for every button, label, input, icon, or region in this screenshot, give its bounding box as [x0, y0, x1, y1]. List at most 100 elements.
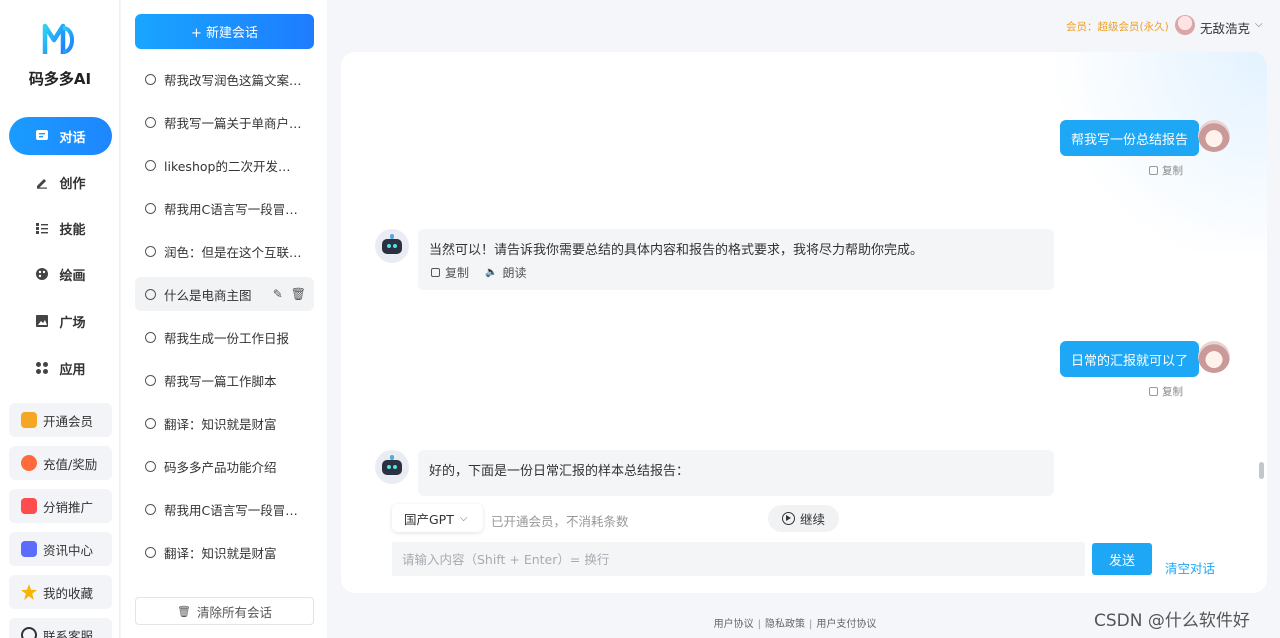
session-list-panel: + 新建会话 帮我改写润色这篇文案"双十一是每个商家都期待的节日" 帮我写一篇关…: [121, 0, 327, 638]
feature-recharge[interactable]: 充值/奖励: [9, 446, 112, 480]
footer: 用户协议 | 隐私政策 | 用户支付协议: [713, 619, 877, 630]
list-icon: [35, 221, 49, 235]
footer-link[interactable]: 用户支付协议: [816, 619, 876, 630]
session-item[interactable]: 帮我写一篇关于单商户商城的介绍: [135, 105, 314, 139]
feature-label: 分销推广: [43, 499, 94, 515]
nav-item-apps[interactable]: 应用: [9, 349, 112, 387]
session-item[interactable]: 帮我生成一份工作日报: [135, 320, 314, 354]
membership-status: 会员：超级会员(永久): [1066, 21, 1169, 33]
model-select[interactable]: 国产GPT ⌵: [392, 504, 483, 532]
assistant-message: 好的，下面是一份日常汇报的样本总结报告：: [418, 450, 1054, 496]
feature-label: 充值/奖励: [43, 456, 98, 472]
watermark: CSDN @什么软件好: [1094, 611, 1250, 631]
nav-item-square[interactable]: 广场: [9, 302, 112, 340]
clear-chat-link[interactable]: 清空对话: [1165, 558, 1215, 577]
assistant-message: 当然可以！请告诉我你需要总结的具体内容和报告的格式要求，我将尽力帮助你完成。 复…: [418, 229, 1054, 290]
chat-icon: [35, 129, 49, 143]
message-input[interactable]: [392, 542, 1085, 576]
session-title: 帮我写一篇工作脚本: [164, 373, 277, 389]
avatar[interactable]: [1175, 15, 1195, 35]
apps-icon: [35, 361, 49, 375]
assistant-message-text: 好的，下面是一份日常汇报的样本总结报告：: [429, 464, 690, 479]
feature-favorites[interactable]: 我的收藏: [9, 575, 112, 609]
copy-button[interactable]: 复制: [431, 264, 469, 281]
session-title: 润色：但是在这个互联网时代: [164, 244, 302, 260]
copy-label: 复制: [445, 266, 470, 280]
session-title: 帮我用C语言写一段冒泡排序: [164, 502, 302, 518]
avatar: [1198, 341, 1230, 373]
chat-bubble-icon: [145, 73, 156, 85]
avatar: [1198, 120, 1230, 152]
session-item[interactable]: likeshop的二次开发是什么: [135, 148, 314, 182]
session-item[interactable]: 翻译：知识就是财富: [135, 535, 314, 569]
session-title: 什么是电商主图: [164, 287, 252, 303]
session-item[interactable]: 码多多产品功能介绍: [135, 449, 314, 483]
session-item-active[interactable]: 什么是电商主图 ✎ 🗑: [135, 277, 314, 311]
session-item[interactable]: 帮我写一篇工作脚本: [135, 363, 314, 397]
copy-label: 复制: [1162, 386, 1183, 398]
copy-button[interactable]: 复制: [1149, 163, 1183, 178]
image-icon: [35, 314, 49, 328]
new-session-button[interactable]: + 新建会话: [135, 14, 314, 49]
chat-panel: 帮我写一份总结报告 复制 当然可以！请告诉我你需要总结的具体内容和报告的格式要求…: [341, 52, 1267, 593]
speaker-icon: 🔈: [485, 267, 498, 278]
pen-icon: [35, 175, 49, 189]
chat-bubble-icon: [145, 245, 156, 257]
session-item[interactable]: 帮我用C语言写一段冒泡排序: [135, 191, 314, 225]
feature-news[interactable]: 资讯中心: [9, 532, 112, 566]
read-aloud-button[interactable]: 🔈 朗读: [485, 264, 526, 281]
user-message: 日常的汇报就可以了: [1060, 341, 1200, 377]
brand-name: 码多多AI: [28, 70, 92, 88]
continue-button[interactable]: 继续: [768, 505, 839, 532]
footer-link[interactable]: 隐私政策: [765, 619, 805, 630]
distribution-icon: [21, 498, 37, 514]
nav-item-label: 对话: [59, 130, 86, 146]
session-title: 帮我用C语言写一段冒泡排序: [164, 201, 302, 217]
nav-item-create[interactable]: 创作: [9, 163, 112, 201]
chat-bubble-icon: [145, 202, 156, 214]
nav-item-label: 技能: [59, 222, 86, 238]
continue-label: 继续: [799, 512, 825, 527]
session-item[interactable]: 润色：但是在这个互联网时代: [135, 234, 314, 268]
nav-item-label: 创作: [59, 176, 86, 192]
feature-label: 资讯中心: [43, 542, 94, 558]
nav-item-skills[interactable]: 技能: [9, 209, 112, 247]
chat-bubble-icon: [145, 159, 156, 171]
copy-icon: [1149, 166, 1158, 175]
session-title: 帮我生成一份工作日报: [164, 330, 290, 346]
star-icon: [21, 584, 37, 600]
chat-bubble-icon: [145, 116, 156, 128]
read-label: 朗读: [502, 266, 527, 280]
session-item[interactable]: 帮我用C语言写一段冒泡排序: [135, 492, 314, 526]
session-title: 帮我改写润色这篇文案"双十一是每个商家都期待的节日": [164, 72, 302, 88]
session-title: 翻译：知识就是财富: [164, 416, 277, 432]
copy-label: 复制: [1162, 165, 1183, 177]
chevron-down-icon[interactable]: ⌵: [1255, 19, 1263, 30]
send-button[interactable]: 发送: [1092, 543, 1152, 575]
footer-link[interactable]: 用户协议: [714, 619, 754, 630]
copy-button[interactable]: 复制: [1149, 384, 1183, 399]
session-item[interactable]: 翻译：知识就是财富: [135, 406, 314, 440]
chevron-down-icon: ⌵: [459, 512, 468, 524]
edit-icon[interactable]: ✎: [273, 287, 283, 301]
scrollbar[interactable]: [1259, 462, 1264, 479]
nav-item-paint[interactable]: 绘画: [9, 255, 112, 293]
feature-distribution[interactable]: 分销推广: [9, 489, 112, 523]
quota-text: 已开通会员，不消耗条数: [491, 514, 629, 529]
copy-icon: [1149, 387, 1158, 396]
vip-icon: [21, 412, 37, 428]
nav-item-chat[interactable]: 对话: [9, 117, 112, 155]
session-title: 翻译：知识就是财富: [164, 545, 277, 561]
chat-bubble-icon: [145, 460, 156, 472]
copy-icon: [431, 268, 440, 277]
session-title: 帮我写一篇关于单商户商城的介绍: [164, 115, 302, 131]
user-message: 帮我写一份总结报告: [1060, 120, 1200, 156]
feature-vip[interactable]: 开通会员: [9, 403, 112, 437]
session-title: 码多多产品功能介绍: [164, 459, 277, 475]
chat-bubble-icon: [145, 331, 156, 343]
user-name[interactable]: 无敌浩克: [1200, 18, 1250, 37]
session-item[interactable]: 帮我改写润色这篇文案"双十一是每个商家都期待的节日": [135, 62, 314, 96]
chat-bubble-icon: [145, 374, 156, 386]
trash-icon[interactable]: 🗑: [291, 287, 306, 301]
recharge-icon: [21, 455, 37, 471]
